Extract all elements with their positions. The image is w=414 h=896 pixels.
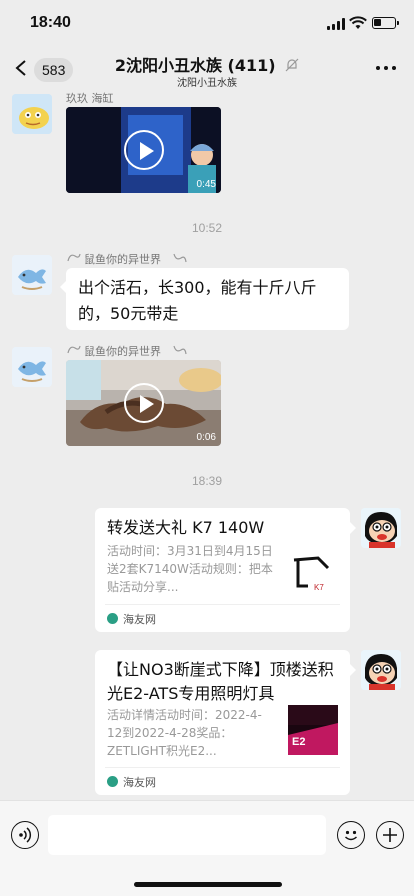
home-indicator[interactable]	[134, 882, 282, 887]
message-text: 出个活石，长300，能有十斤八斤的，50元带走	[78, 278, 317, 323]
svg-text:E2: E2	[292, 736, 305, 748]
avatar[interactable]	[361, 508, 401, 548]
video-message[interactable]: 0:45	[66, 107, 221, 193]
sender-decoration-icon	[67, 345, 81, 354]
link-card-title: 【让NO3断崖式下降】顶楼送积光E2-ATS专用照明灯具	[107, 660, 334, 703]
chat-title-text: 2沈阳小丑水族 (411)	[114, 56, 276, 75]
link-card-thumbnail: K7	[288, 546, 338, 596]
play-icon[interactable]	[123, 130, 164, 170]
avatar[interactable]	[12, 255, 52, 295]
avatar[interactable]	[12, 94, 52, 134]
sender-decoration-icon	[67, 253, 81, 262]
video-duration: 0:06	[196, 432, 216, 443]
battery-icon	[372, 17, 399, 29]
timestamp: 18:39	[191, 474, 223, 488]
avatar[interactable]	[361, 650, 401, 690]
status-bar: 18:40	[0, 0, 414, 46]
more-options-icon[interactable]	[376, 66, 396, 70]
link-card-description: 活动时间：3月31日到4月15日送2套K7140W活动规则：把本贴活动分享...	[107, 544, 273, 594]
wifi-icon	[349, 16, 367, 29]
sender-decoration-icon	[173, 253, 187, 263]
emoji-icon[interactable]	[337, 821, 365, 849]
link-card-source: 海友网	[123, 613, 156, 626]
message-input[interactable]	[48, 815, 326, 855]
sender-name: 鼠鱼你的异世界	[84, 253, 161, 266]
link-card-title: 转发送大礼 K7 140W	[107, 518, 265, 537]
status-time: 18:40	[30, 14, 71, 31]
link-card-description: 活动详情活动时间：2022-4-12到2022-4-28奖品：ZETLIGHT积…	[107, 708, 262, 758]
source-logo-icon	[107, 776, 118, 787]
link-card-footer: 海友网	[105, 767, 340, 795]
sender-name: 鼠鱼你的异世界	[84, 345, 161, 358]
source-logo-icon	[107, 613, 118, 624]
mute-bell-icon	[285, 58, 299, 72]
chat-header: 583 2沈阳小丑水族 (411) 沈阳小丑水族	[0, 46, 414, 90]
add-attachment-icon[interactable]	[376, 821, 404, 849]
svg-text:K7: K7	[314, 583, 324, 592]
play-icon[interactable]	[123, 383, 164, 423]
chat-subtitle: 沈阳小丑水族	[177, 78, 237, 89]
link-card-source: 海友网	[123, 776, 156, 789]
avatar[interactable]	[12, 347, 52, 387]
link-card-thumbnail: E2	[288, 705, 338, 755]
video-duration: 0:45	[196, 179, 216, 190]
sender-decoration-icon	[173, 345, 187, 355]
chat-title: 2沈阳小丑水族 (411)	[0, 52, 414, 76]
video-message[interactable]: 0:06	[66, 360, 221, 446]
timestamp: 10:52	[191, 221, 223, 235]
text-message-bubble[interactable]: 出个活石，长300，能有十斤八斤的，50元带走	[60, 268, 349, 330]
voice-input-icon[interactable]	[11, 821, 39, 849]
sender-name: 玖玖 海缸	[66, 92, 114, 105]
link-card[interactable]: 转发送大礼 K7 140W 活动时间：3月31日到4月15日送2套K7140W活…	[95, 508, 356, 632]
cellular-signal-icon	[327, 18, 345, 30]
link-card-footer: 海友网	[105, 604, 340, 632]
link-card[interactable]: 【让NO3断崖式下降】顶楼送积光E2-ATS专用照明灯具 活动详情活动时间：20…	[95, 650, 356, 795]
